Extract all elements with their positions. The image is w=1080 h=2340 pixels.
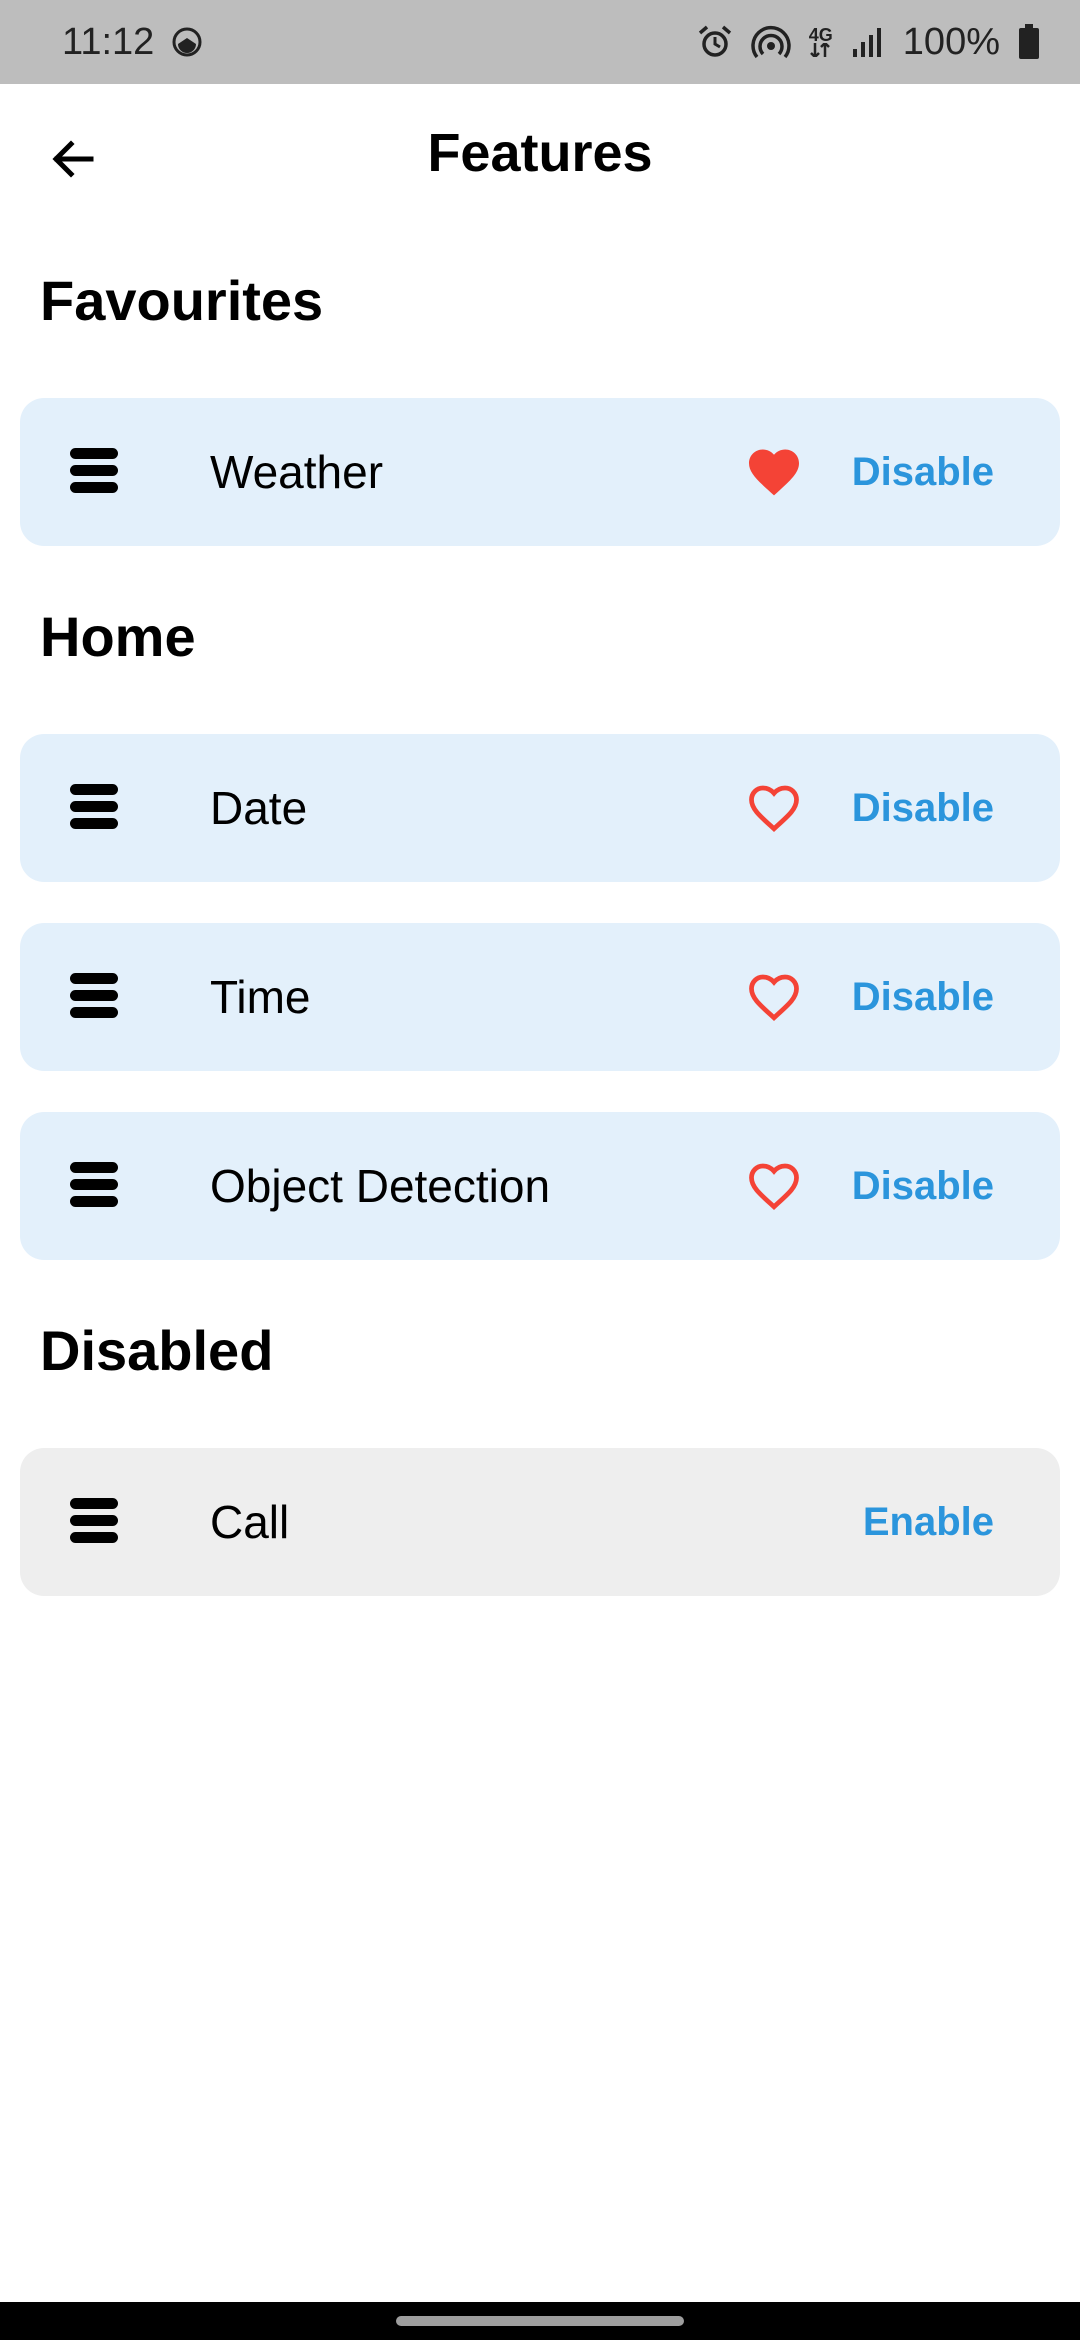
home-indicator[interactable] xyxy=(396,2316,684,2326)
disable-button[interactable]: Disable xyxy=(852,923,994,1071)
status-left: 11:12 xyxy=(62,21,204,64)
drag-handle-icon[interactable] xyxy=(70,973,120,1019)
disable-button[interactable]: Disable xyxy=(852,398,994,546)
feature-card-time: Time Disable xyxy=(20,923,1060,1071)
drag-handle-icon[interactable] xyxy=(70,1498,120,1544)
feature-card-weather: Weather Disable xyxy=(20,398,1060,546)
feature-label: Object Detection xyxy=(210,1160,551,1212)
feature-label: Time xyxy=(210,971,311,1023)
drag-handle-icon[interactable] xyxy=(70,448,120,494)
section-title-favourites: Favourites xyxy=(40,269,324,332)
status-bar: 11:12 4G 100% xyxy=(0,0,1080,84)
heart-outline-icon[interactable] xyxy=(744,967,804,1027)
hotspot-icon xyxy=(751,24,791,60)
battery-icon xyxy=(1018,24,1040,60)
feature-label: Call xyxy=(210,1496,290,1548)
heart-outline-icon[interactable] xyxy=(744,1156,804,1216)
feature-label: Weather xyxy=(210,446,384,498)
heart-outline-icon[interactable] xyxy=(744,778,804,838)
section-title-home: Home xyxy=(40,605,196,668)
feature-label: Date xyxy=(210,782,308,834)
section-title-disabled: Disabled xyxy=(40,1319,274,1382)
navigation-bar xyxy=(0,2302,1080,2340)
disable-button[interactable]: Disable xyxy=(852,1112,994,1260)
heart-filled-icon[interactable] xyxy=(744,442,804,502)
status-right: 4G 100% xyxy=(697,21,1040,64)
app-bar: Features xyxy=(0,84,1080,226)
feature-card-call: Call Enable xyxy=(20,1448,1060,1596)
page-title: Features xyxy=(427,123,653,183)
battery-percent: 100% xyxy=(902,20,1000,63)
alarm-icon xyxy=(697,24,733,60)
enable-button[interactable]: Enable xyxy=(863,1448,994,1596)
feature-card-date: Date Disable xyxy=(20,734,1060,882)
data-saver-icon xyxy=(170,25,204,59)
network-4g-icon: 4G xyxy=(809,26,833,57)
feature-card-object-detection: Object Detection Disable xyxy=(20,1112,1060,1260)
status-time: 11:12 xyxy=(62,20,155,63)
drag-handle-icon[interactable] xyxy=(70,1162,120,1208)
drag-handle-icon[interactable] xyxy=(70,784,120,830)
disable-button[interactable]: Disable xyxy=(852,734,994,882)
signal-icon xyxy=(851,25,885,59)
